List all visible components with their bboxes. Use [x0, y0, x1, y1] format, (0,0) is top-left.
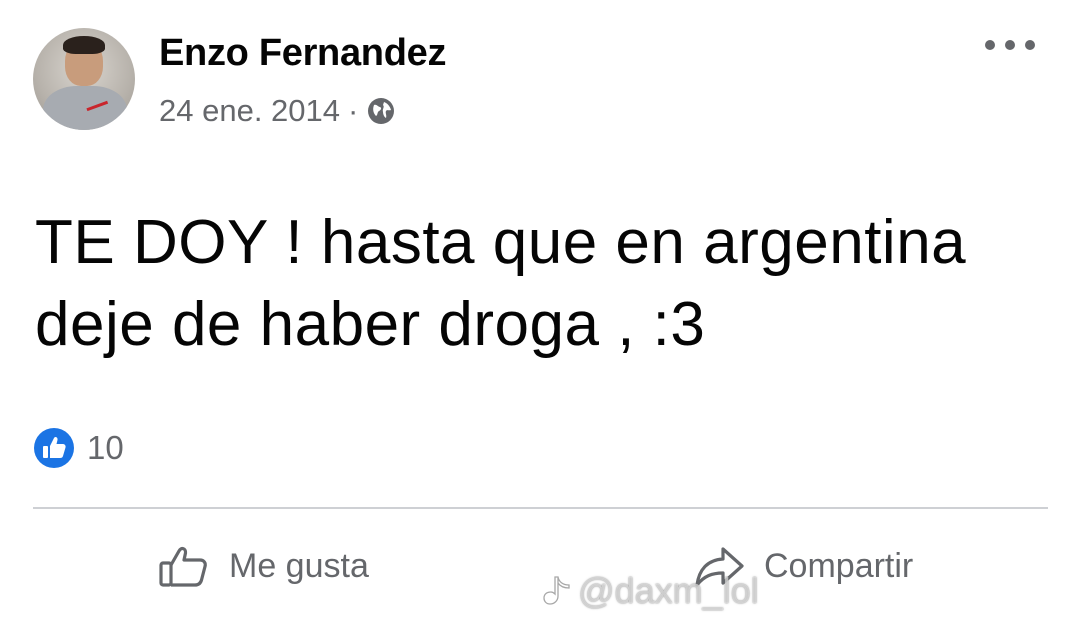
avatar-hair	[63, 36, 105, 54]
like-reaction-icon	[34, 428, 74, 468]
more-options-icon[interactable]	[985, 33, 1035, 57]
post-text: TE DOY ! hasta que en argentina deje de …	[35, 202, 1045, 366]
post-text-line-1: TE DOY ! hasta que en argentina	[35, 208, 967, 277]
globe-icon[interactable]	[366, 96, 396, 126]
reaction-summary[interactable]: 10	[33, 427, 124, 469]
like-label: Me gusta	[229, 546, 369, 585]
divider	[33, 507, 1048, 509]
thumbs-up-icon	[159, 546, 207, 587]
share-button[interactable]: Compartir	[692, 536, 913, 596]
post-text-line-2: deje de haber droga , :3	[35, 290, 706, 359]
avatar[interactable]	[33, 28, 135, 130]
author-name[interactable]: Enzo Fernandez	[159, 32, 446, 75]
facebook-post: Enzo Fernandez 24 ene. 2014 · TE DOY ! h…	[0, 0, 1080, 624]
post-date[interactable]: 24 ene. 2014	[159, 93, 340, 129]
share-arrow-icon	[695, 547, 744, 587]
post-meta: 24 ene. 2014 ·	[159, 93, 396, 129]
like-button[interactable]: Me gusta	[157, 536, 369, 596]
meta-separator: ·	[348, 93, 359, 128]
avatar-body	[43, 86, 127, 130]
share-label: Compartir	[764, 546, 914, 585]
like-count: 10	[87, 429, 124, 466]
music-note-icon	[543, 576, 570, 605]
